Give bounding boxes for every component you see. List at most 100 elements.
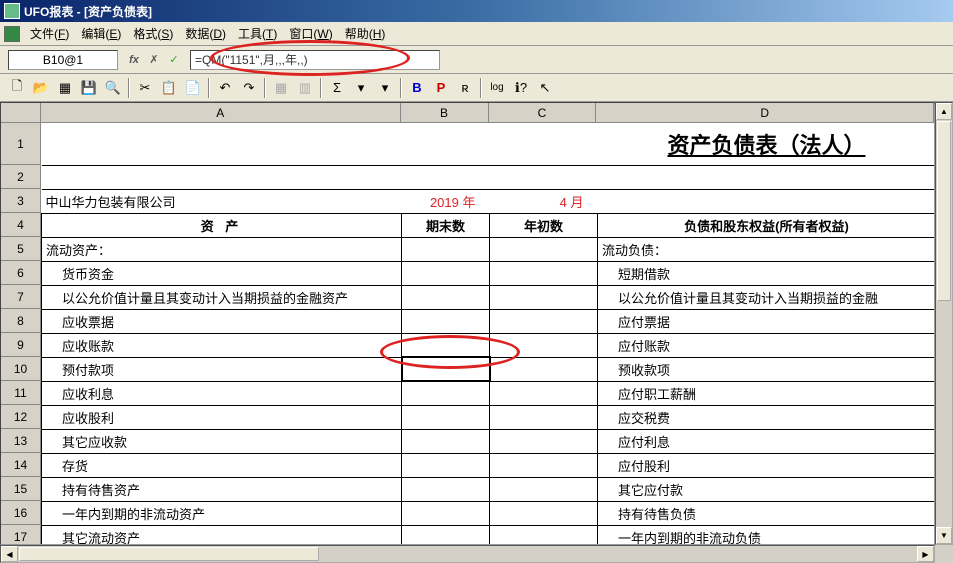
undo-button[interactable]: ↶ bbox=[214, 77, 236, 99]
hdr-assets: 资 产 bbox=[42, 213, 402, 237]
fn1-button[interactable]: ▾ bbox=[350, 77, 372, 99]
row-header[interactable]: 15 bbox=[1, 477, 40, 501]
table-row: 应收票据应付票据 bbox=[42, 309, 936, 333]
table-row: 应收股利应交税费 bbox=[42, 405, 936, 429]
titlebar: UFO报表 - [资产负债表] bbox=[0, 0, 953, 22]
table-row: 以公允价值计量且其变动计入当期损益的金融资产以公允价值计量且其变动计入当期损益的… bbox=[42, 285, 936, 309]
menu-help[interactable]: 帮助(H) bbox=[339, 25, 392, 42]
section-liab: 流动负债： bbox=[598, 237, 936, 261]
section-assets: 流动资产： bbox=[42, 237, 402, 261]
formula-input[interactable]: =QM("1151",月,,,年,,) bbox=[190, 50, 440, 70]
grid[interactable]: 资产负债表（法人） 中山华力包装有限公司 2019 年 4 月 资 产 期末数 … bbox=[41, 123, 934, 544]
hdr-liab: 负债和股东权益(所有者权益) bbox=[598, 213, 936, 237]
row-header[interactable]: 1 bbox=[1, 123, 40, 165]
row-header[interactable]: 16 bbox=[1, 501, 40, 525]
formula-bar: B10@1 fx ✗ ✓ =QM("1151",月,,,年,,) bbox=[0, 46, 953, 74]
row-header[interactable]: 10 bbox=[1, 357, 40, 381]
tbl1-button[interactable]: ▦ bbox=[270, 77, 292, 99]
menu-data[interactable]: 数据(D) bbox=[179, 25, 232, 42]
sum-button[interactable]: Σ bbox=[326, 77, 348, 99]
table-row: 存货应付股利 bbox=[42, 453, 936, 477]
table-row bbox=[42, 165, 936, 189]
hdr-end: 期末数 bbox=[402, 213, 490, 237]
row-header[interactable]: 3 bbox=[1, 189, 40, 213]
col-header-a[interactable]: A bbox=[41, 103, 401, 122]
preview-button[interactable]: 🔍 bbox=[102, 77, 124, 99]
cut-button[interactable]: ✂ bbox=[134, 77, 156, 99]
new-button[interactable]: 🗋 bbox=[6, 77, 28, 99]
menu-format[interactable]: 格式(S) bbox=[127, 25, 179, 42]
b-button[interactable]: B bbox=[406, 77, 428, 99]
log-button[interactable]: log bbox=[486, 77, 508, 99]
row-header[interactable]: 4 bbox=[1, 213, 40, 237]
hdr-begin: 年初数 bbox=[490, 213, 598, 237]
table-row: 预付款项预收款项 bbox=[42, 357, 936, 381]
row-header[interactable]: 11 bbox=[1, 381, 40, 405]
help-button[interactable]: ℹ? bbox=[510, 77, 532, 99]
redo-button[interactable]: ↷ bbox=[238, 77, 260, 99]
row-header[interactable]: 12 bbox=[1, 405, 40, 429]
menubar: 文件(F) 编辑(E) 格式(S) 数据(D) 工具(T) 窗口(W) 帮助(H… bbox=[0, 22, 953, 46]
cancel-icon[interactable]: ✗ bbox=[146, 52, 162, 68]
scroll-right-icon[interactable]: ▶ bbox=[917, 546, 934, 562]
col-header-d[interactable]: D bbox=[596, 103, 934, 122]
table-row: 一年内到期的非流动资产持有待售负债 bbox=[42, 501, 936, 525]
selected-cell-b10[interactable] bbox=[402, 357, 490, 381]
row-header[interactable]: 5 bbox=[1, 237, 40, 261]
table-row: 应收利息应付职工薪酬 bbox=[42, 381, 936, 405]
menu-window[interactable]: 窗口(W) bbox=[283, 25, 338, 42]
table-row: 货币资金短期借款 bbox=[42, 261, 936, 285]
table-row: 其它流动资产一年内到期的非流动负债 bbox=[42, 525, 936, 545]
col-header-c[interactable]: C bbox=[489, 103, 597, 122]
copy-button[interactable]: 📋 bbox=[158, 77, 180, 99]
accept-icon[interactable]: ✓ bbox=[166, 52, 182, 68]
scroll-thumb[interactable] bbox=[937, 121, 951, 301]
sheet-title: 资产负债表（法人） bbox=[598, 123, 936, 165]
table-row: 其它应收款应付利息 bbox=[42, 429, 936, 453]
col-header-b[interactable]: B bbox=[401, 103, 489, 122]
select-all-corner[interactable] bbox=[1, 103, 41, 123]
row-headers: 1 2 3 4 5 6 7 8 9 10 11 12 13 14 15 16 1… bbox=[1, 123, 41, 545]
pointer-button[interactable]: ↖ bbox=[534, 77, 556, 99]
scroll-down-icon[interactable]: ▼ bbox=[936, 527, 952, 544]
table-row: 资产负债表（法人） bbox=[42, 123, 936, 165]
row-header[interactable]: 8 bbox=[1, 309, 40, 333]
toolbar: 🗋 📂 ▦ 💾 🔍 ✂ 📋 📄 ↶ ↷ ▦ ▥ Σ ▾ ▾ B P ʀ log … bbox=[0, 74, 953, 102]
row-header[interactable]: 6 bbox=[1, 261, 40, 285]
table-row: 应收账款应付账款 bbox=[42, 333, 936, 357]
row-header[interactable]: 7 bbox=[1, 285, 40, 309]
r-button[interactable]: ʀ bbox=[454, 77, 476, 99]
horizontal-scrollbar[interactable]: ◀ ▶ bbox=[0, 545, 935, 563]
company-name: 中山华力包装有限公司 bbox=[42, 189, 402, 213]
layout-button[interactable]: ▦ bbox=[54, 77, 76, 99]
doc-icon[interactable] bbox=[4, 26, 20, 42]
scroll-up-icon[interactable]: ▲ bbox=[936, 103, 952, 120]
row-header[interactable]: 17 bbox=[1, 525, 40, 545]
save-button[interactable]: 💾 bbox=[78, 77, 100, 99]
cell-reference[interactable]: B10@1 bbox=[8, 50, 118, 70]
resize-grip[interactable] bbox=[935, 545, 953, 563]
menu-file[interactable]: 文件(F) bbox=[24, 25, 75, 42]
scroll-thumb-h[interactable] bbox=[19, 547, 319, 561]
row-header[interactable]: 14 bbox=[1, 453, 40, 477]
tbl2-button[interactable]: ▥ bbox=[294, 77, 316, 99]
fn2-button[interactable]: ▾ bbox=[374, 77, 396, 99]
fx-icon[interactable]: fx bbox=[126, 52, 142, 68]
table-row: 资 产 期末数 年初数 负债和股东权益(所有者权益) bbox=[42, 213, 936, 237]
spreadsheet: A B C D 1 2 3 4 5 6 7 8 9 10 11 12 13 14… bbox=[0, 102, 935, 545]
table-row: 持有待售资产其它应付款 bbox=[42, 477, 936, 501]
vertical-scrollbar[interactable]: ▲ ▼ bbox=[935, 102, 953, 545]
row-header[interactable]: 2 bbox=[1, 165, 40, 189]
scroll-left-icon[interactable]: ◀ bbox=[1, 546, 18, 562]
row-header[interactable]: 13 bbox=[1, 429, 40, 453]
row-header[interactable]: 9 bbox=[1, 333, 40, 357]
paste-button[interactable]: 📄 bbox=[182, 77, 204, 99]
column-headers: A B C D bbox=[41, 103, 934, 123]
app-icon bbox=[4, 3, 20, 19]
menu-tools[interactable]: 工具(T) bbox=[232, 25, 283, 42]
month-label: 4 月 bbox=[490, 189, 598, 213]
menu-edit[interactable]: 编辑(E) bbox=[75, 25, 127, 42]
year-label: 2019 年 bbox=[402, 189, 490, 213]
open-button[interactable]: 📂 bbox=[30, 77, 52, 99]
p-button[interactable]: P bbox=[430, 77, 452, 99]
